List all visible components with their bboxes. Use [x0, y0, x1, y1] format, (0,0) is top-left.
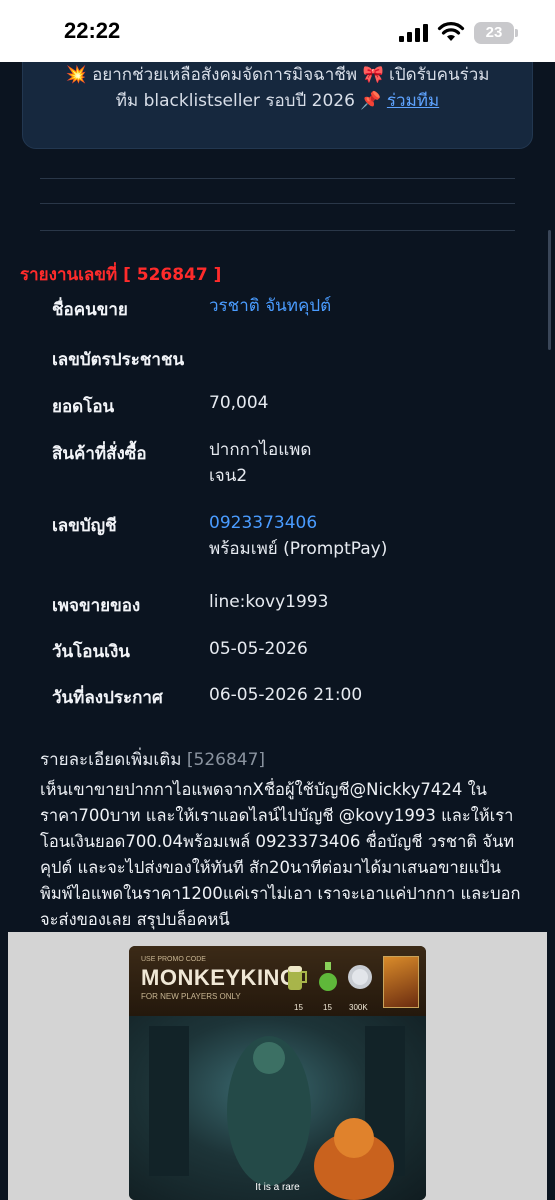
ad-count-1: 15	[294, 1003, 303, 1012]
seller-name-link[interactable]: วรชาติ จันทคุปต์	[209, 293, 331, 319]
status-bar: 22:22 23	[0, 0, 555, 62]
id-card-label: เลขบัตรประชาชน	[52, 350, 185, 370]
account-number-label: เลขบัญชี	[52, 516, 117, 536]
details-heading: รายละเอียดเพิ่มเติม [526847]	[40, 746, 265, 773]
status-time: 22:22	[64, 18, 121, 43]
transfer-date-value: 05-05-2026	[209, 639, 308, 659]
join-team-link[interactable]: ร่วมทีม	[387, 91, 439, 111]
transfer-amount-label: ยอดโอน	[52, 397, 115, 417]
seller-name-label: ชื่อคนขาย	[52, 300, 128, 320]
account-number-link[interactable]: 0923373406	[209, 510, 387, 536]
coin-icon	[348, 965, 372, 989]
ad-brand: MONKEYKING	[141, 965, 298, 990]
divider	[40, 178, 515, 179]
product-value: ปากกาไอแพด เจน2	[209, 437, 311, 489]
ad-header: USE PROMO CODE MONKEYKING FOR NEW PLAYER…	[129, 946, 426, 1016]
ad-promo-text: USE PROMO CODE	[141, 956, 206, 963]
ad-game-scene	[129, 1016, 426, 1200]
ad-subtitle: FOR NEW PLAYERS ONLY	[141, 992, 241, 1001]
divider	[40, 230, 515, 231]
sales-page-value: line:kovy1993	[209, 592, 329, 612]
ad-count-3: 300K	[349, 1003, 368, 1012]
divider	[40, 203, 515, 204]
banner-text: ทีม blacklistseller รอบปี 2026 📌	[115, 91, 387, 111]
potion-icon	[319, 962, 337, 991]
details-body: เห็นเขาขายปากกาไอแพดจากXชื่อผู้ใช้บัญชี@…	[40, 780, 521, 929]
account-number-value: 0923373406 พร้อมเพย์ (PromptPay)	[209, 510, 387, 562]
details-heading-text: รายละเอียดเพิ่มเติม	[40, 750, 187, 770]
mug-icon	[288, 966, 307, 990]
ad-count-2: 15	[323, 1003, 332, 1012]
details-report-id: [526847]	[186, 750, 266, 770]
transfer-date-label: วันโอนเงิน	[52, 642, 130, 662]
post-date-label: วันที่ลงประกาศ	[52, 688, 163, 708]
transfer-amount-value: 70,004	[209, 393, 269, 413]
product-label: สินค้าที่สั่งซื้อ	[52, 444, 147, 464]
report-number-title: รายงานเลขที่ [ 526847 ]	[20, 265, 222, 285]
product-version: เจน2	[209, 466, 248, 486]
banner-text-line2: ทีม blacklistseller รอบปี 2026 📌 ร่วมทีม	[23, 87, 532, 114]
product-name: ปากกาไอแพด	[209, 440, 312, 460]
wifi-icon	[437, 22, 465, 46]
ad-caption: It is a rare	[255, 1182, 300, 1193]
post-date-value: 06-05-2026 21:00	[209, 685, 363, 705]
sales-page-label: เพจขายของ	[52, 596, 141, 616]
cellular-signal-icon	[399, 24, 429, 46]
battery-icon: 23	[474, 22, 514, 44]
monkey-king-portrait	[383, 956, 419, 1008]
scrollbar[interactable]	[548, 230, 551, 350]
battery-cap	[515, 29, 518, 37]
ad-image[interactable]: USE PROMO CODE MONKEYKING FOR NEW PLAYER…	[129, 946, 426, 1200]
banner-text-line1: 💥 อยากช่วยเหลือสังคมจัดการมิจฉาชีพ 🎀 เปิ…	[65, 65, 490, 85]
account-type: พร้อมเพย์ (PromptPay)	[209, 539, 388, 559]
game-scene-illustration	[149, 1026, 405, 1200]
